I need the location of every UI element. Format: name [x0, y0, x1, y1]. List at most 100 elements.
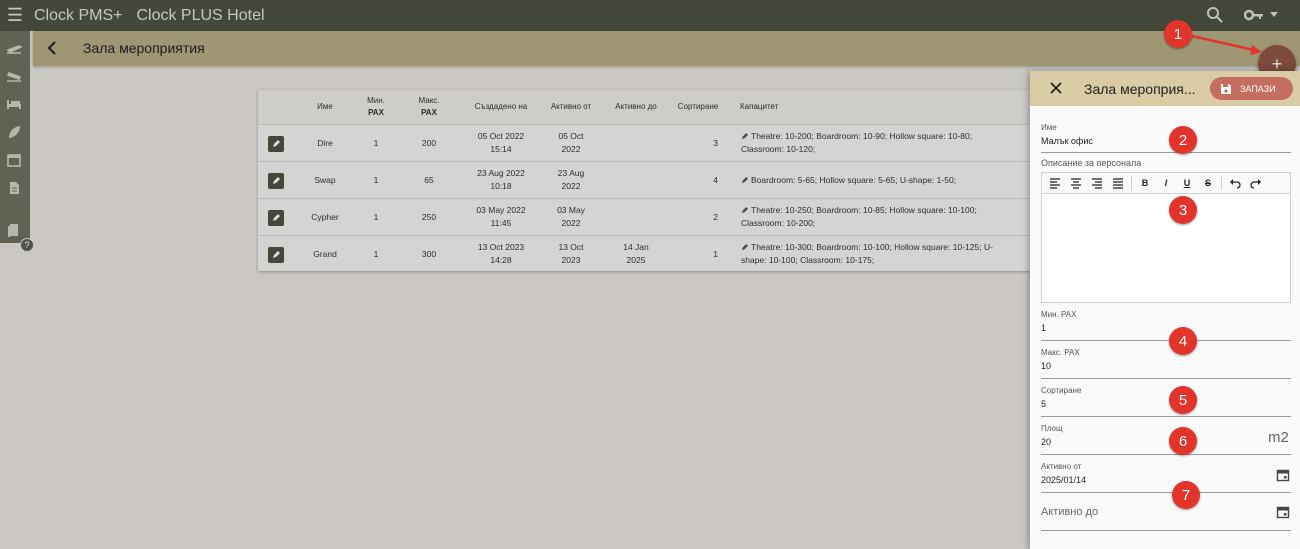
- max-pax-underline: [1041, 378, 1291, 379]
- sorting-input[interactable]: 5: [1041, 399, 1046, 409]
- back-arrow-icon[interactable]: [46, 40, 58, 56]
- underline-button[interactable]: U: [1181, 177, 1193, 189]
- cell-created-time: 15:14: [490, 144, 512, 154]
- cell-active-to-year: 2025: [626, 255, 646, 265]
- menu-icon[interactable]: ☰: [0, 0, 30, 31]
- area-underline: [1041, 454, 1291, 455]
- header-name[interactable]: Име: [310, 102, 340, 112]
- bold-button[interactable]: B: [1139, 177, 1151, 189]
- header-min-pax-2[interactable]: PAX: [362, 108, 390, 118]
- header-active-to[interactable]: Активно до: [608, 102, 664, 112]
- active-to-input[interactable]: Активно до: [1041, 506, 1098, 518]
- cell-created-time: 14:28: [490, 255, 512, 265]
- cell-max-pax: 65: [424, 175, 434, 185]
- calendar-icon[interactable]: [1276, 505, 1290, 519]
- active-from-input[interactable]: 2025/01/14: [1041, 475, 1086, 485]
- min-pax-input[interactable]: 1: [1041, 323, 1046, 333]
- pencil-icon: [741, 177, 748, 184]
- key-icon[interactable]: [1244, 8, 1264, 22]
- departure-icon[interactable]: [6, 41, 22, 55]
- align-justify-icon[interactable]: [1112, 177, 1124, 189]
- max-pax-label: Макс. PAX: [1041, 348, 1080, 357]
- event-halls-table: Име Мин. PAX Макс. PAX Създадено на Акти…: [258, 90, 1035, 271]
- italic-button[interactable]: I: [1160, 177, 1172, 189]
- active-to-underline: [1041, 530, 1291, 531]
- save-button[interactable]: ЗАПАЗИ: [1210, 77, 1293, 100]
- annotation-marker: 1: [1164, 20, 1192, 48]
- cell-sorting: 2: [713, 212, 718, 222]
- cell-name: Dire: [317, 138, 333, 148]
- save-label: ЗАПАЗИ: [1240, 83, 1276, 94]
- close-icon[interactable]: [1050, 82, 1062, 94]
- name-underline: [1041, 152, 1291, 153]
- pencil-icon: [273, 251, 280, 258]
- cell-max-pax: 200: [421, 138, 437, 148]
- max-pax-input[interactable]: 10: [1041, 361, 1051, 371]
- edit-panel: Зала мероприя... ЗАПАЗИ Име Малък офис О…: [1030, 71, 1300, 549]
- cell-min-pax: 1: [373, 175, 379, 185]
- help-icon[interactable]: ?: [20, 238, 34, 252]
- document-icon[interactable]: [6, 181, 22, 195]
- arrival-icon[interactable]: [6, 69, 22, 83]
- table-header: Име Мин. PAX Макс. PAX Създадено на Акти…: [258, 90, 1035, 125]
- calendar-icon[interactable]: [1276, 468, 1290, 482]
- pencil-icon: [273, 214, 280, 221]
- book-icon[interactable]: [6, 223, 22, 237]
- edit-button[interactable]: [268, 210, 284, 226]
- calendar-icon[interactable]: [6, 153, 22, 167]
- account-dropdown-icon[interactable]: [1270, 12, 1278, 17]
- edit-button[interactable]: [268, 247, 284, 263]
- cell-capacity-cont: Classroom: 10-200;: [741, 218, 816, 228]
- annotation-marker: 4: [1169, 327, 1197, 355]
- description-editor[interactable]: B I U S: [1041, 172, 1291, 303]
- name-label: Име: [1041, 123, 1057, 132]
- toolbar-divider: [1131, 176, 1132, 190]
- cell-active-from-year: 2023: [561, 255, 581, 265]
- strikethrough-button[interactable]: S: [1202, 177, 1214, 189]
- header-capacity[interactable]: Капацитет: [740, 102, 780, 112]
- header-created[interactable]: Създадено на: [466, 102, 536, 112]
- cell-active-from-year: 2022: [561, 144, 581, 154]
- table-row: Dire 1 200 05 Oct 2022 15:14 05 Oct 2022…: [258, 125, 1035, 162]
- cell-created-date: 05 Oct 2022: [477, 131, 525, 141]
- search-icon[interactable]: [1206, 6, 1224, 24]
- toolbar-divider: [1221, 176, 1222, 190]
- cell-name: Grand: [313, 249, 337, 259]
- cell-created-time: 11:45: [490, 218, 512, 228]
- leaf-icon[interactable]: [6, 125, 22, 139]
- cell-capacity: Boardroom: 5-65; Hollow square: 5-65; U-…: [751, 175, 957, 185]
- pencil-icon: [741, 244, 748, 251]
- cell-name: Swap: [314, 175, 336, 185]
- cell-capacity-cont: Classroom: 10-120;: [741, 144, 816, 154]
- undo-icon[interactable]: [1229, 177, 1241, 189]
- annotation-marker: 5: [1169, 386, 1197, 414]
- area-input[interactable]: 20: [1041, 437, 1051, 447]
- bed-icon[interactable]: [6, 97, 22, 111]
- cell-capacity: Theatre: 10-200; Boardroom: 10-90; Hollo…: [751, 131, 973, 141]
- align-left-icon[interactable]: [1049, 177, 1061, 189]
- save-icon: [1221, 83, 1231, 94]
- align-right-icon[interactable]: [1091, 177, 1103, 189]
- cell-created-date: 23 Aug 2022: [477, 168, 525, 178]
- header-min-pax-1[interactable]: Мин.: [362, 96, 390, 106]
- header-active-from[interactable]: Активно от: [543, 102, 599, 112]
- description-label: Описание за персонала: [1041, 158, 1142, 168]
- name-input[interactable]: Малък офис: [1041, 136, 1093, 146]
- edit-button[interactable]: [268, 173, 284, 189]
- hotel-name: Clock PLUS Hotel: [136, 6, 265, 24]
- annotation-marker: 6: [1169, 427, 1197, 455]
- header-max-pax-2[interactable]: PAX: [414, 108, 444, 118]
- cell-capacity-cont: shape: 10-100; Classroom: 10-175;: [741, 255, 875, 265]
- cell-active-from-day: 05 Oct: [558, 131, 584, 141]
- align-center-icon[interactable]: [1070, 177, 1082, 189]
- annotation-marker: 2: [1169, 126, 1197, 154]
- header-max-pax-1[interactable]: Макс.: [414, 96, 444, 106]
- header-sorting[interactable]: Сортиране: [672, 102, 724, 112]
- cell-capacity: Theatre: 10-300; Boardroom: 10-100; Holl…: [751, 242, 993, 252]
- annotation-arrow: [1191, 34, 1262, 55]
- table-row: Grand 1 300 13 Oct 2023 14:28 13 Oct 202…: [258, 236, 1035, 273]
- cell-min-pax: 1: [373, 212, 379, 222]
- cell-active-from-day: 23 Aug: [557, 168, 585, 178]
- edit-button[interactable]: [268, 136, 284, 152]
- redo-icon[interactable]: [1250, 177, 1262, 189]
